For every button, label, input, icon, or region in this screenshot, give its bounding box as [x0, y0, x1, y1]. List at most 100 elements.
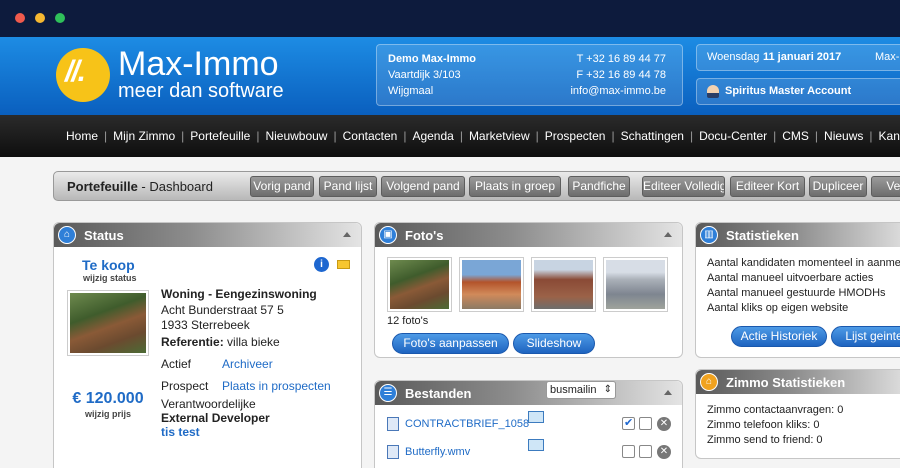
- nav-separator: |: [104, 129, 108, 143]
- company-email[interactable]: info@max-immo.be: [570, 85, 666, 97]
- window-titlebar: [0, 0, 900, 37]
- company-street: Vaartdijk 3/103: [388, 69, 461, 81]
- add-to-prospects-link[interactable]: Plaats in prospecten: [222, 379, 331, 393]
- slideshow-button[interactable]: Slideshow: [513, 333, 595, 354]
- archive-link[interactable]: Archiveer: [222, 357, 273, 371]
- property-photo[interactable]: [67, 290, 149, 356]
- nav-item-nieuwbouw[interactable]: Nieuwbouw: [265, 129, 327, 143]
- stat-line: Aantal kandidaten momenteel in aanme: [707, 257, 900, 269]
- nav-item-mijn-zimmo[interactable]: Mijn Zimmo: [113, 129, 175, 143]
- property-address-line1: Acht Bunderstraat 57 5: [161, 303, 284, 317]
- nav-item-home[interactable]: Home: [66, 129, 98, 143]
- app-window: //. Max-Immo meer dan software Demo Max-…: [0, 0, 900, 468]
- close-window-button[interactable]: [15, 13, 25, 23]
- account-name: Spiritus Master Account: [725, 85, 852, 97]
- toolbar: Portefeuille - Dashboard Vorig pand Pand …: [53, 171, 900, 201]
- nav-item-portefeuille[interactable]: Portefeuille: [190, 129, 250, 143]
- photo-thumbnail[interactable]: [459, 257, 524, 312]
- nav-item-prospecten[interactable]: Prospecten: [545, 129, 606, 143]
- document-icon: [387, 445, 399, 459]
- photo-count: 12 foto's: [387, 315, 429, 327]
- editeer-kort-button[interactable]: Editeer Kort: [730, 176, 805, 197]
- file-category-select[interactable]: busmailin: [546, 381, 616, 399]
- send-mail-icon[interactable]: [528, 439, 544, 451]
- date-box: Woensdag 11 januari 2017 Max-: [696, 44, 900, 71]
- max-immo-logo-icon[interactable]: //.: [56, 48, 110, 102]
- account-box[interactable]: Spiritus Master Account: [696, 78, 900, 105]
- photos-panel-header: ▣ Foto's: [375, 223, 682, 247]
- nav-item-kantoor[interactable]: Kantoor: [879, 129, 900, 143]
- nav-item-schattingen[interactable]: Schattingen: [621, 129, 684, 143]
- vorig-pand-button[interactable]: Vorig pand: [250, 176, 314, 197]
- file-link[interactable]: CONTRACTBRIEF_1058: [405, 418, 529, 430]
- action-history-button[interactable]: Actie Historiek: [731, 326, 827, 347]
- info-icon[interactable]: i: [314, 257, 329, 272]
- minimize-window-button[interactable]: [35, 13, 45, 23]
- zimmo-stat-line: Zimmo telefoon kliks: 0: [707, 419, 820, 431]
- company-fax: F +32 16 89 44 78: [576, 69, 666, 81]
- verwi-button[interactable]: Verwi: [871, 176, 900, 197]
- zimmo-panel-header: ⌂ Zimmo Statistieken: [696, 370, 900, 394]
- zimmo-statistics-panel: ⌂ Zimmo Statistieken Zimmo contactaanvra…: [695, 369, 900, 459]
- publish-checkbox[interactable]: ✔: [622, 417, 635, 430]
- nav-item-docu-center[interactable]: Docu-Center: [699, 129, 767, 143]
- nav-item-contacten[interactable]: Contacten: [343, 129, 398, 143]
- volgend-pand-button[interactable]: Volgend pand: [381, 176, 465, 197]
- collapse-icon[interactable]: [664, 232, 672, 237]
- photo-thumbnail[interactable]: [387, 257, 452, 312]
- file-link[interactable]: Butterfly.wmv: [405, 446, 529, 458]
- interested-list-button[interactable]: Lijst geinter: [831, 326, 900, 347]
- pand-lijst-button[interactable]: Pand lijst: [319, 176, 377, 197]
- change-price-link[interactable]: wijzig prijs: [67, 409, 149, 419]
- nav-item-nieuws[interactable]: Nieuws: [824, 129, 863, 143]
- mail-icon[interactable]: [337, 260, 350, 269]
- change-status-link[interactable]: wijzig status: [83, 273, 137, 283]
- maximize-window-button[interactable]: [55, 13, 65, 23]
- edit-photos-button[interactable]: Foto's aanpassen: [392, 333, 509, 354]
- user-icon: [707, 85, 719, 98]
- nav-separator: |: [333, 129, 337, 143]
- collapse-icon[interactable]: [664, 390, 672, 395]
- photos-panel-title: Foto's: [405, 228, 444, 243]
- photo-thumbnail[interactable]: [603, 257, 668, 312]
- contact-box: Demo Max-Immo Vaartdijk 3/103 Wijgmaal T…: [376, 44, 683, 106]
- delete-icon[interactable]: ✕: [657, 417, 671, 431]
- nav-separator: |: [256, 129, 260, 143]
- nav-item-cms[interactable]: CMS: [782, 129, 809, 143]
- nav-separator: |: [773, 129, 777, 143]
- company-city: Wijgmaal: [388, 85, 434, 97]
- nav-separator: |: [459, 129, 463, 143]
- select-checkbox[interactable]: [639, 417, 652, 430]
- nav-separator: |: [869, 129, 873, 143]
- photos-panel: ▣ Foto's 12 foto's Foto's aanpassen Slid…: [374, 222, 683, 358]
- bar-chart-icon: ▥: [700, 226, 718, 244]
- nav-item-agenda[interactable]: Agenda: [412, 129, 453, 143]
- zimmo-stat-line: Zimmo contactaanvragen: 0: [707, 404, 844, 416]
- price-value: € 120.000: [72, 390, 144, 407]
- select-checkbox[interactable]: [639, 445, 652, 458]
- nav-separator: |: [611, 129, 615, 143]
- dupliceer-button[interactable]: Dupliceer: [809, 176, 867, 197]
- property-address-line2: 1933 Sterrebeek: [161, 318, 250, 332]
- plaats-in-groep-button[interactable]: Plaats in groep: [469, 176, 561, 197]
- zimmo-house-icon: ⌂: [700, 373, 718, 391]
- editeer-volledig-button[interactable]: Editeer Volledig: [642, 176, 725, 197]
- brand-tagline: meer dan software: [118, 80, 284, 102]
- tis-test-link[interactable]: tis test: [161, 425, 200, 439]
- company-phone: T +32 16 89 44 77: [576, 53, 666, 65]
- nav-separator: |: [403, 129, 407, 143]
- responsible-label: Verantwoordelijke: [161, 397, 256, 411]
- delete-icon[interactable]: ✕: [657, 445, 671, 459]
- prospect-label: Prospect: [161, 379, 209, 393]
- collapse-icon[interactable]: [343, 232, 351, 237]
- statistics-lines: Aantal kandidaten momenteel in aanme Aan…: [707, 256, 900, 316]
- photo-thumbnail[interactable]: [531, 257, 596, 312]
- nav-item-marketview[interactable]: Marketview: [469, 129, 530, 143]
- status-value: Te koop: [82, 257, 135, 273]
- pandfiche-button[interactable]: Pandfiche: [568, 176, 630, 197]
- nav-separator: |: [181, 129, 185, 143]
- stat-line: Aantal kliks op eigen website: [707, 302, 849, 314]
- stat-line: Aantal manueel uitvoerbare acties: [707, 272, 874, 284]
- publish-checkbox[interactable]: [622, 445, 635, 458]
- send-mail-icon[interactable]: [528, 411, 544, 423]
